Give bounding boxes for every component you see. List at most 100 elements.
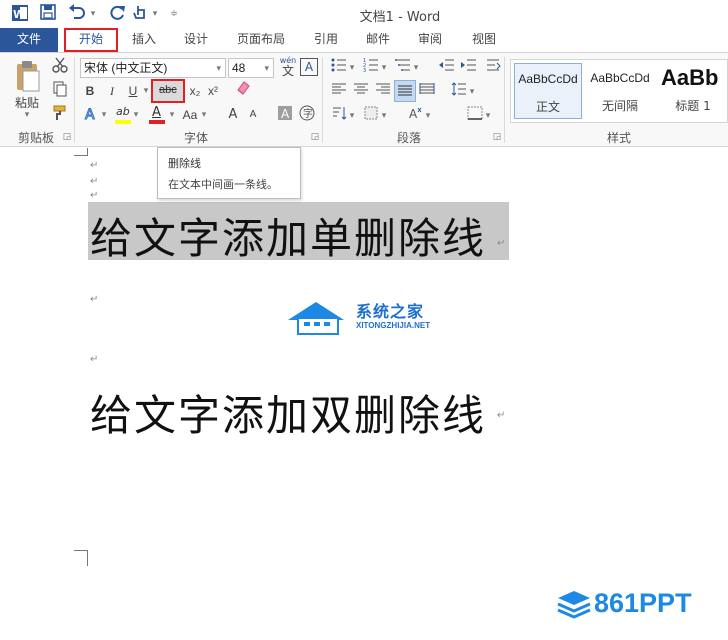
clipboard-launcher-icon[interactable]: ◲ bbox=[62, 131, 72, 143]
style-heading-1[interactable]: AaBb 标题 1 bbox=[658, 63, 728, 119]
tab-mailings[interactable]: 邮件 bbox=[358, 28, 398, 52]
tab-review[interactable]: 审阅 bbox=[410, 28, 450, 52]
asian-layout-icon[interactable] bbox=[484, 58, 502, 78]
tab-design[interactable]: 设计 bbox=[176, 28, 216, 52]
phonetic-guide-button[interactable]: wén 文 bbox=[278, 56, 298, 78]
paragraph-marks-dropdown-icon[interactable]: ▾ bbox=[424, 106, 432, 126]
clear-formatting-icon[interactable] bbox=[234, 80, 252, 100]
document-line-2[interactable]: 给文字添加双删除线 bbox=[90, 382, 486, 443]
decrease-indent-icon[interactable] bbox=[438, 58, 456, 78]
tab-insert[interactable]: 插入 bbox=[124, 28, 164, 52]
bullets-dropdown-icon[interactable]: ▾ bbox=[348, 58, 356, 78]
font-name-select[interactable]: 宋体 (中文正文) ▾ bbox=[80, 58, 226, 78]
customize-icon[interactable]: ≑ bbox=[168, 4, 180, 24]
align-center-icon[interactable] bbox=[352, 82, 370, 102]
font-size-select[interactable]: 48 ▾ bbox=[228, 58, 274, 78]
paragraph-mark: ↵ bbox=[90, 176, 99, 187]
paragraph-marks-icon[interactable]: A bbox=[406, 106, 424, 126]
subscript-button[interactable]: x₂ bbox=[186, 81, 204, 101]
justify-icon[interactable] bbox=[394, 80, 416, 102]
font-color-button[interactable]: A bbox=[148, 105, 166, 125]
align-right-icon[interactable] bbox=[374, 82, 392, 102]
font-launcher-icon[interactable]: ◲ bbox=[310, 131, 320, 143]
align-left-icon[interactable] bbox=[330, 82, 348, 102]
font-color-dropdown-icon[interactable]: ▾ bbox=[168, 105, 176, 125]
font-group-label: 字体 bbox=[183, 131, 208, 145]
numbering-dropdown-icon[interactable]: ▾ bbox=[380, 58, 388, 78]
ribbon: 粘贴 ▾ 剪贴板 ◲ 宋体 (中文正文) ▾ 48 ▾ wén 文 A B I … bbox=[0, 52, 728, 147]
paragraph-mark: ↵ bbox=[90, 160, 99, 171]
shading-icon[interactable] bbox=[362, 106, 380, 126]
paste-dropdown-icon[interactable]: ▾ bbox=[22, 109, 32, 121]
tab-file[interactable]: 文件 bbox=[0, 28, 58, 52]
bold-button[interactable]: B bbox=[82, 81, 98, 101]
sort-dropdown-icon[interactable]: ▾ bbox=[348, 106, 356, 126]
line-spacing-icon[interactable] bbox=[450, 82, 468, 102]
shading-dropdown-icon[interactable]: ▾ bbox=[380, 106, 388, 126]
paste-icon[interactable] bbox=[14, 59, 42, 95]
borders-dropdown-icon[interactable]: ▾ bbox=[484, 106, 492, 126]
undo-dropdown-icon[interactable]: ▾ bbox=[88, 4, 98, 24]
document-area[interactable]: ↵ ↵ ↵ 给文字添加单删除线 ↵ ↵ 系统之家 XITONGZHIJIA.NE… bbox=[0, 148, 728, 640]
highlight-color-button[interactable]: ab bbox=[114, 105, 132, 125]
borders-icon[interactable] bbox=[466, 106, 484, 126]
watermark-url: XITONGZHIJIA.NET bbox=[356, 321, 431, 330]
copy-icon[interactable] bbox=[50, 81, 70, 101]
touch-mode-icon[interactable] bbox=[130, 4, 150, 24]
paragraph-mark: ↵ bbox=[90, 354, 99, 365]
save-icon[interactable] bbox=[38, 4, 58, 24]
multilevel-list-dropdown-icon[interactable]: ▾ bbox=[412, 58, 420, 78]
text-effects-icon[interactable]: A bbox=[82, 105, 100, 125]
font-name-dropdown-icon[interactable]: ▾ bbox=[216, 59, 221, 77]
superscript-button[interactable]: x² bbox=[204, 81, 222, 101]
style-no-spacing[interactable]: AaBbCcDd 无间隔 bbox=[586, 63, 654, 119]
format-painter-icon[interactable] bbox=[50, 105, 70, 125]
enclose-characters-icon[interactable]: 字 bbox=[298, 105, 316, 125]
bullets-icon[interactable] bbox=[330, 58, 348, 78]
paragraph-mark: ↵ bbox=[497, 238, 506, 249]
style-normal[interactable]: AaBbCcDd 正文 bbox=[514, 63, 582, 119]
cut-icon[interactable] bbox=[50, 57, 70, 77]
change-case-button[interactable]: Aa bbox=[180, 105, 200, 125]
redo-icon[interactable] bbox=[108, 4, 128, 24]
page-margin-corner-top bbox=[74, 148, 88, 156]
multilevel-list-icon[interactable] bbox=[394, 58, 412, 78]
grow-font-button[interactable]: A bbox=[226, 105, 240, 125]
highlight-dropdown-icon[interactable]: ▾ bbox=[132, 105, 140, 125]
styles-gallery: AaBbCcDd 正文 AaBbCcDd 无间隔 AaBb 标题 1 bbox=[510, 59, 728, 123]
change-case-dropdown-icon[interactable]: ▾ bbox=[200, 105, 208, 125]
svg-text:A: A bbox=[281, 107, 290, 121]
font-size-dropdown-icon[interactable]: ▾ bbox=[264, 59, 269, 77]
word-logo-icon[interactable]: W bbox=[10, 4, 30, 24]
numbering-icon[interactable]: 123 bbox=[362, 58, 380, 78]
document-line-1[interactable]: 给文字添加单删除线 bbox=[90, 205, 486, 266]
strikethrough-tooltip: 删除线 在文本中间画一条线。 bbox=[157, 147, 301, 199]
tab-page-layout[interactable]: 页面布局 bbox=[228, 28, 294, 52]
tab-references[interactable]: 引用 bbox=[306, 28, 346, 52]
tab-home[interactable]: 开始 bbox=[64, 28, 118, 52]
distributed-icon[interactable] bbox=[418, 82, 436, 102]
tooltip-description: 在文本中间画一条线。 bbox=[168, 178, 278, 191]
sort-icon[interactable] bbox=[330, 106, 348, 126]
tab-view[interactable]: 视图 bbox=[464, 28, 504, 52]
paragraph-launcher-icon[interactable]: ◲ bbox=[492, 131, 502, 143]
undo-icon[interactable] bbox=[66, 4, 88, 24]
tooltip-title: 删除线 bbox=[168, 157, 201, 170]
text-effects-dropdown-icon[interactable]: ▾ bbox=[100, 105, 108, 125]
underline-button[interactable]: U bbox=[126, 81, 140, 101]
highlight-label: ab bbox=[116, 105, 130, 118]
shrink-font-button[interactable]: A bbox=[246, 105, 260, 125]
touch-dropdown-icon[interactable]: ▾ bbox=[150, 4, 160, 24]
character-shading-icon[interactable]: A bbox=[276, 105, 294, 125]
style-no-spacing-sample: AaBbCcDd bbox=[590, 71, 650, 85]
character-border-button[interactable]: A bbox=[300, 58, 318, 76]
paragraph-mark: ↵ bbox=[497, 410, 506, 421]
underline-dropdown-icon[interactable]: ▾ bbox=[142, 81, 150, 101]
xitongzhijia-logo-icon bbox=[286, 298, 350, 338]
line-spacing-dropdown-icon[interactable]: ▾ bbox=[468, 82, 476, 102]
phonetic-char-label: 文 bbox=[281, 64, 294, 78]
window-title: 文档1 - Word bbox=[359, 10, 441, 25]
italic-button[interactable]: I bbox=[104, 81, 120, 101]
strikethrough-button[interactable]: abc bbox=[151, 79, 185, 103]
increase-indent-icon[interactable] bbox=[460, 58, 478, 78]
